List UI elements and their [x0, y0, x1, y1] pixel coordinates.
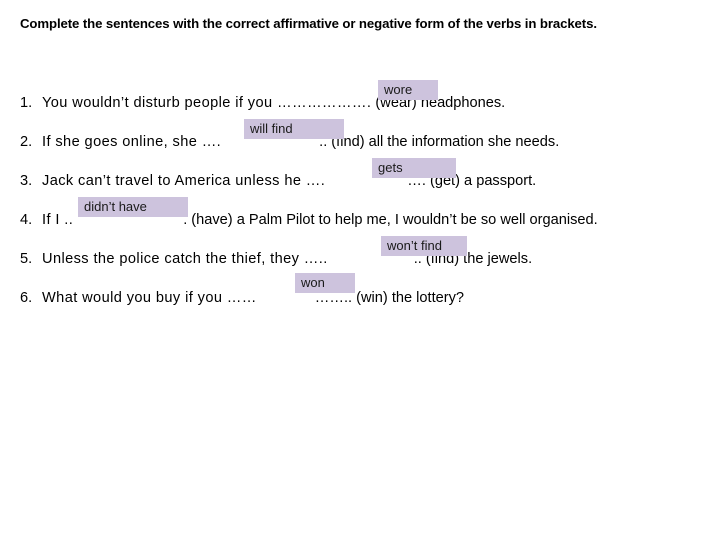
- list-item-number: 2.: [20, 134, 33, 150]
- list-item-number: 4.: [20, 212, 33, 228]
- sentence-text: Jack can’t travel to America unless he ……: [42, 162, 536, 201]
- sentence-text: What would you buy if you ………….. (win) t…: [42, 279, 464, 318]
- list-item-number: 6.: [20, 290, 33, 306]
- sentence-suffix: .. (find) all the information she needs.: [319, 134, 560, 150]
- list-item-number: 5.: [20, 251, 33, 267]
- answer-highlight-2[interactable]: will find: [244, 119, 344, 139]
- answer-highlight-3[interactable]: gets: [372, 158, 456, 178]
- sentence-prefix: Unless the police catch the thief, they …: [42, 251, 328, 267]
- answer-highlight-4[interactable]: didn’t have: [78, 197, 188, 217]
- list-item-number: 3.: [20, 173, 33, 189]
- list-item: 3. Jack can’t travel to America unless h…: [0, 158, 720, 201]
- answer-highlight-6[interactable]: won: [295, 273, 355, 293]
- list-item: 6. What would you buy if you ………….. (win…: [0, 273, 720, 318]
- sentence-prefix: What would you buy if you ……: [42, 290, 257, 306]
- sentence-prefix: You wouldn’t disturb people if you ………………: [42, 95, 372, 111]
- list-item: 4. If I .. . (have) a Palm Pilot to help …: [0, 197, 720, 240]
- worksheet-instruction-heading: Complete the sentences with the correct …: [20, 16, 597, 31]
- sentence-list: 1. You wouldn’t disturb people if you ………: [0, 80, 720, 318]
- sentence-prefix: Jack can’t travel to America unless he ……: [42, 173, 326, 189]
- list-item: 5. Unless the police catch the thief, th…: [0, 236, 720, 279]
- list-item: 1. You wouldn’t disturb people if you ………: [0, 80, 720, 123]
- sentence-prefix: If I ..: [42, 212, 74, 228]
- answer-highlight-1[interactable]: wore: [378, 80, 438, 100]
- answer-highlight-5[interactable]: won’t find: [381, 236, 467, 256]
- list-item-number: 1.: [20, 95, 33, 111]
- worksheet-slide: Complete the sentences with the correct …: [0, 0, 720, 540]
- sentence-suffix: . (have) a Palm Pilot to help me, I woul…: [183, 212, 598, 228]
- list-item: 2. If she goes online, she …. .. (find) a…: [0, 119, 720, 162]
- sentence-prefix: If she goes online, she ….: [42, 134, 222, 150]
